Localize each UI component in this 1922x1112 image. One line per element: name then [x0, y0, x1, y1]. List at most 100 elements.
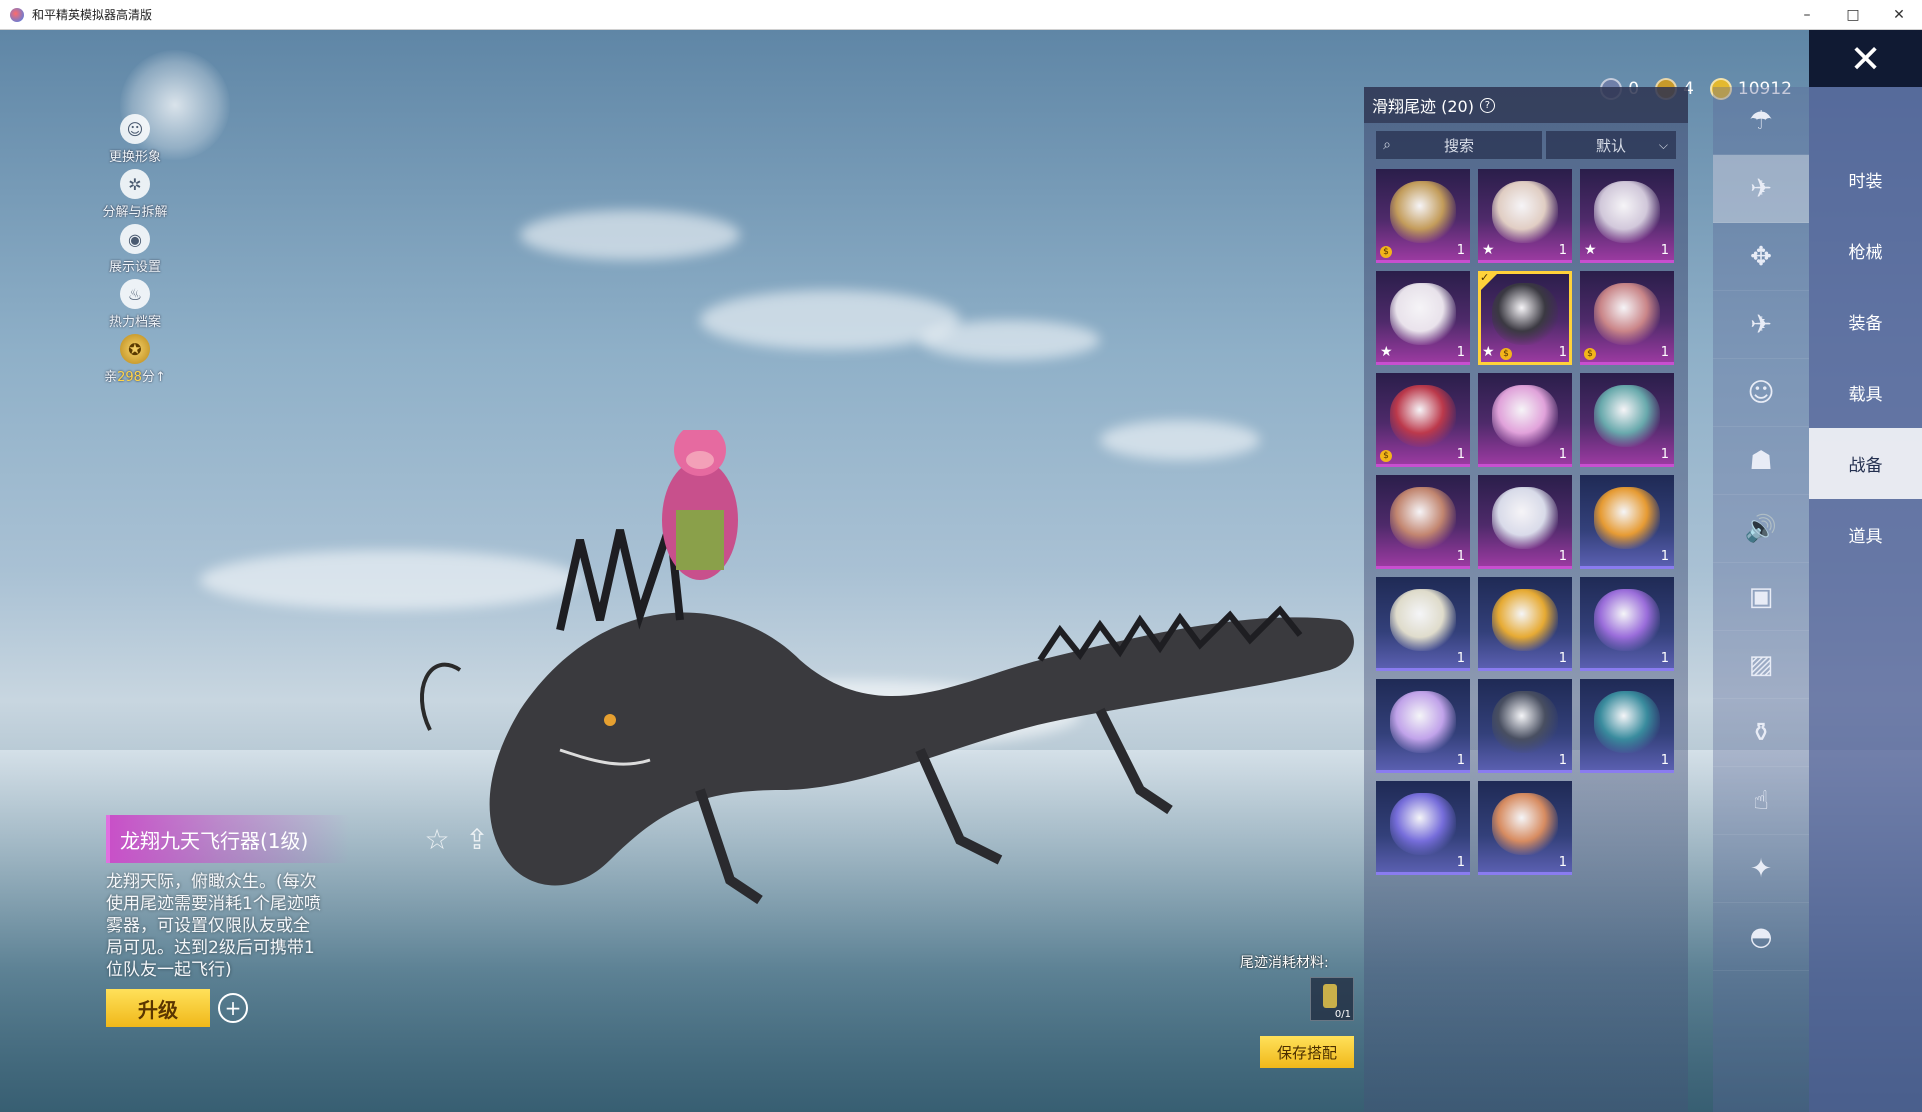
item-cell-rose-gold-blades[interactable]: 1: [1376, 475, 1470, 569]
item-quantity: 1: [1456, 447, 1465, 462]
item-cell-skeleton-dragon[interactable]: ★ 1: [1580, 169, 1674, 263]
robot-icon[interactable]: ☗: [1713, 427, 1809, 495]
photo-icon[interactable]: ▨: [1713, 631, 1809, 699]
maximize-button[interactable]: □: [1830, 0, 1876, 30]
bowl-icon[interactable]: ◓: [1713, 903, 1809, 971]
item-info: 龙翔九天飞行器(1级) 龙翔天际，俯瞰众生。(每次使用尾迹需要消耗1个尾迹喷雾器…: [106, 815, 406, 1027]
display-settings-button[interactable]: ◉ 展示设置: [95, 224, 175, 279]
item-cell-lucky-horse[interactable]: 1: [1580, 475, 1674, 569]
heat-record-button[interactable]: ♨ 热力档案: [95, 279, 175, 334]
wand-icon[interactable]: ✦: [1713, 835, 1809, 903]
panel-title: 滑翔尾迹 (20): [1372, 97, 1474, 116]
flame-smoke-trail-icon: [1492, 793, 1558, 855]
rose-gold-blades-icon: [1390, 487, 1456, 549]
black-ink-dragon-icon: [1492, 283, 1558, 345]
item-cell-pink-lotus-crystal[interactable]: 1: [1478, 373, 1572, 467]
card-icon[interactable]: ▣: [1713, 563, 1809, 631]
item-cell-black-jet[interactable]: 1: [1478, 679, 1572, 773]
sound-icon[interactable]: 🔊: [1713, 495, 1809, 563]
tab-5[interactable]: 道具: [1809, 499, 1922, 570]
tab-3[interactable]: 载具: [1809, 357, 1922, 428]
item-cell-purple-smoke-trail[interactable]: 1: [1376, 781, 1470, 875]
tab-1[interactable]: 枪械: [1809, 215, 1922, 286]
minimize-button[interactable]: –: [1784, 0, 1830, 30]
item-cell-silver-feather-wings[interactable]: 1: [1478, 475, 1572, 569]
item-cell-golden-chick[interactable]: 1: [1478, 577, 1572, 671]
coin-badge-icon: $: [1380, 450, 1392, 462]
flame-icon: ♨: [120, 279, 150, 309]
add-plus-button[interactable]: +: [218, 993, 248, 1023]
item-description: 龙翔天际，俯瞰众生。(每次使用尾迹需要消耗1个尾迹喷雾器，可设置仅限队友或全局可…: [106, 872, 321, 980]
tab-2[interactable]: 装备: [1809, 286, 1922, 357]
chevron-down-icon: ⌵: [1658, 137, 1668, 152]
gear-icon: ✲: [120, 169, 150, 199]
holo-ufo-icon: [1390, 691, 1456, 753]
white-phoenix-wings-icon: [1492, 181, 1558, 243]
drone-icon[interactable]: ✥: [1713, 223, 1809, 291]
right-tabs: ✕ 时装 枪械 装备 载具 战备 道具: [1809, 30, 1922, 1112]
intimacy-score-button[interactable]: ✪ 亲298分↑: [95, 334, 175, 389]
purple-smoke-trail-icon: [1390, 793, 1456, 855]
item-name: 龙翔九天飞行器(1级): [120, 828, 309, 853]
upgrade-button[interactable]: 升级: [106, 989, 210, 1027]
parachute-icon[interactable]: ☂: [1713, 87, 1809, 155]
item-cell-teal-dragon-wing[interactable]: 1: [1580, 679, 1674, 773]
favorite-icon[interactable]: ☆: [420, 822, 454, 856]
coin-badge-icon: $: [1380, 246, 1392, 258]
item-cell-pink-pig[interactable]: $1: [1580, 271, 1674, 365]
upgrade-row: 升级 +: [106, 989, 406, 1027]
tab-spacer: [1809, 87, 1922, 144]
close-window-button[interactable]: ✕: [1876, 0, 1922, 30]
item-cell-rainbow-smoke-trail[interactable]: 1: [1580, 577, 1674, 671]
rainbow-smoke-trail-icon: [1594, 589, 1660, 651]
item-cell-flame-smoke-trail[interactable]: 1: [1478, 781, 1572, 875]
item-quantity: 1: [1456, 549, 1465, 564]
consume-label: 尾迹消耗材料:: [1240, 955, 1329, 971]
tab-0[interactable]: 时装: [1809, 144, 1922, 215]
item-quantity: 1: [1660, 345, 1669, 360]
jet-glider-icon: [1390, 589, 1456, 651]
decompose-button[interactable]: ✲ 分解与拆解: [95, 169, 175, 224]
window-controls: – □ ✕: [1784, 0, 1922, 30]
hand-icon[interactable]: ☝: [1713, 767, 1809, 835]
teal-dragon-wing-icon: [1594, 691, 1660, 753]
teal-mech-wings-icon: [1594, 385, 1660, 447]
spray-icon[interactable]: ⚱: [1713, 699, 1809, 767]
save-outfit-button[interactable]: 保存搭配: [1260, 1036, 1354, 1068]
item-cell-white-cat-plush[interactable]: ★ 1: [1376, 271, 1470, 365]
item-cell-holo-ufo[interactable]: 1: [1376, 679, 1470, 773]
share-icon[interactable]: ⇪: [460, 822, 494, 856]
tab-4[interactable]: 战备: [1809, 428, 1922, 499]
search-input[interactable]: ⌕ 搜索: [1376, 131, 1542, 159]
close-button[interactable]: ✕: [1809, 30, 1922, 87]
plane-icon[interactable]: ✈: [1713, 291, 1809, 359]
item-cell-jet-glider[interactable]: 1: [1376, 577, 1470, 671]
star-icon: ★: [1482, 344, 1495, 360]
item-cell-white-phoenix-wings[interactable]: ★ 1: [1478, 169, 1572, 263]
silver-feather-wings-icon: [1492, 487, 1558, 549]
item-cell-black-ink-dragon[interactable]: ✓ ★ $1: [1478, 271, 1572, 365]
item-quantity: 1: [1558, 855, 1567, 870]
help-icon[interactable]: ?: [1479, 97, 1495, 113]
cloud: [520, 210, 740, 260]
item-quantity: 1: [1456, 243, 1465, 258]
trail-spray-slot[interactable]: 0/1: [1310, 977, 1354, 1021]
item-quantity: 1: [1456, 345, 1465, 360]
coin-badge-icon: $: [1500, 348, 1512, 360]
red-crystal-wings-icon: [1390, 385, 1456, 447]
item-cell-teal-mech-wings[interactable]: 1: [1580, 373, 1674, 467]
consume-count: 0/1: [1334, 1009, 1351, 1020]
sort-dropdown[interactable]: 默认 ⌵: [1546, 131, 1676, 159]
glider-trail-icon[interactable]: ✈: [1713, 155, 1809, 223]
fav-share-group: ☆ ⇪: [420, 822, 500, 856]
item-name-bar: 龙翔九天飞行器(1级): [106, 815, 350, 863]
item-cell-red-crystal-wings[interactable]: $1: [1376, 373, 1470, 467]
glider-trail-panel: 滑翔尾迹 (20) ? ⌕ 搜索 默认 ⌵ $1 ★ 1 ★ 1 ★ 1 ✓ ★ $1 $1 $1 1 1…: [1364, 87, 1688, 1112]
window-titlebar: 和平精英模拟器高清版 – □ ✕: [0, 0, 1922, 30]
change-appearance-button[interactable]: ☺ 更换形象: [95, 114, 175, 169]
item-cell-golden-dragon-wings[interactable]: $1: [1376, 169, 1470, 263]
pink-pig-icon: [1594, 283, 1660, 345]
panel-header: 滑翔尾迹 (20) ?: [1364, 87, 1688, 123]
emote-face-icon[interactable]: ☺: [1713, 359, 1809, 427]
item-quantity: 1: [1456, 753, 1465, 768]
